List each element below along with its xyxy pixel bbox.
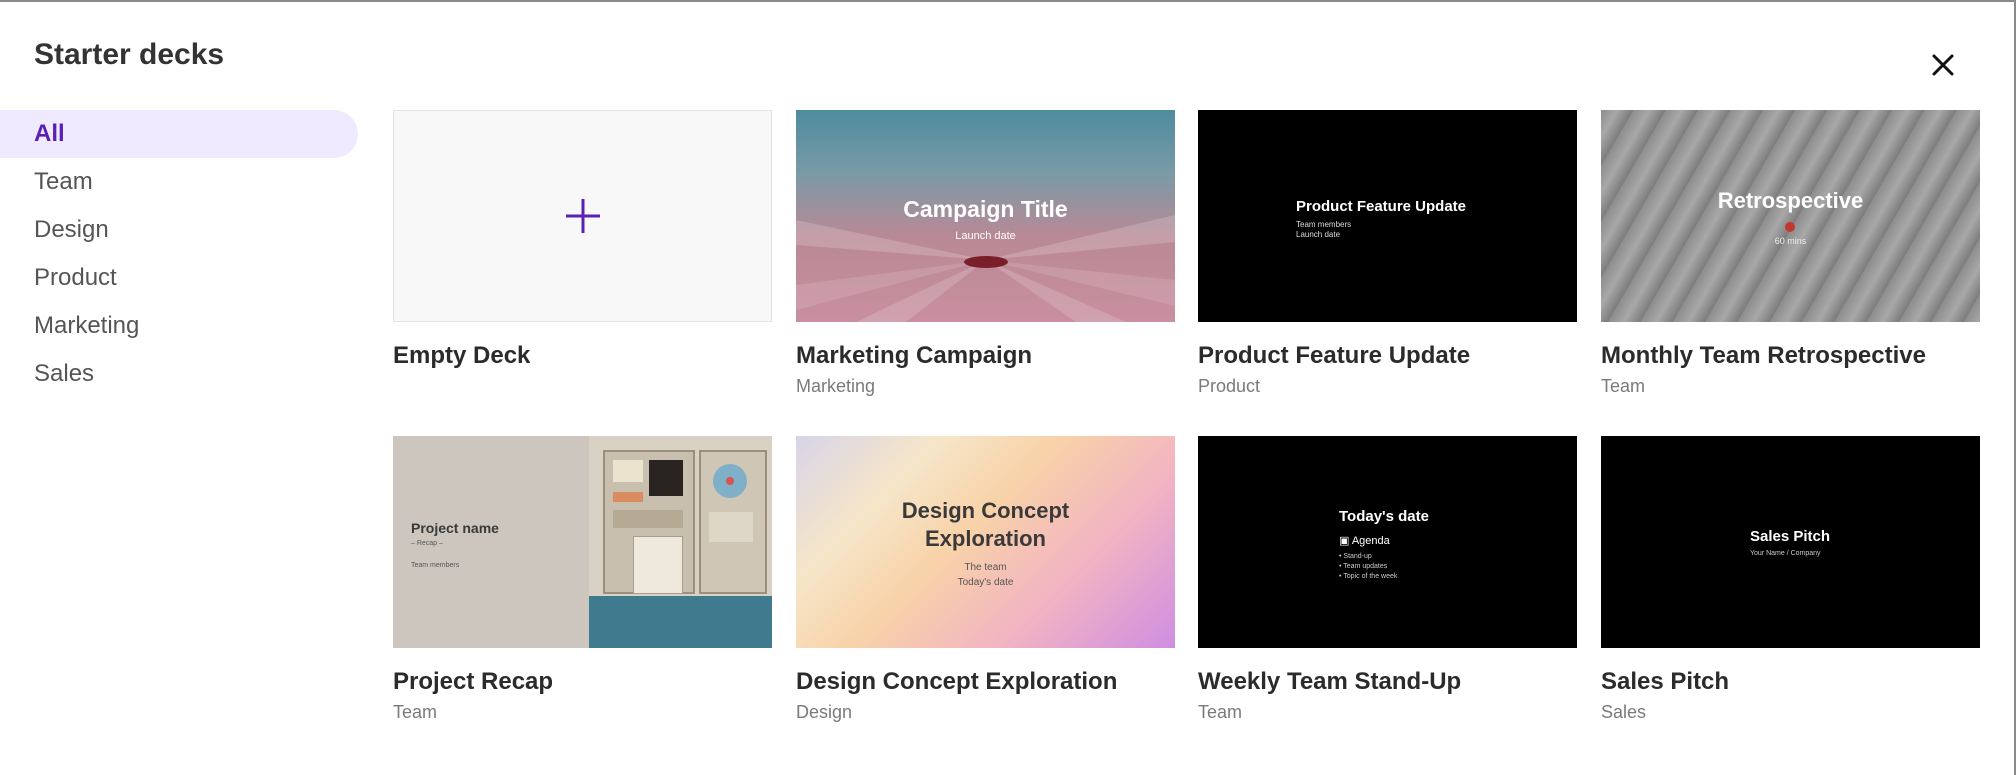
thumb-sub: 60 mins [1774,236,1807,246]
deck-category: Team [1198,702,1243,722]
deck-title: Product Feature Update [1198,342,1471,369]
thumb-line2: Launch date [1296,230,1341,239]
thumb-heading-line2: Exploration [924,526,1046,551]
category-sidebar: All Team Design Product Marketing Sales [0,110,358,398]
thumb-line2: Today's date [957,577,1014,588]
thumb-heading: Today's date [1339,508,1429,525]
deck-thumbnail: Project name – Recap – Team members [393,436,772,648]
deck-thumbnail [393,110,772,322]
deck-thumbnail: Design Concept Exploration The team Toda… [796,436,1175,648]
deck-category: Team [393,702,438,722]
thumb-bullets: • Stand-up • Team updates • Topic of the… [1339,553,1398,580]
sidebar-item-product[interactable]: Product [0,254,358,302]
deck-title: Design Concept Exploration [796,668,1118,695]
thumb-line2: Team members [411,562,460,569]
deck-card-project-recap[interactable]: Project name – Recap – Team members Proj… [393,436,772,723]
thumb-sub: Launch date [955,230,1016,242]
sidebar-item-design[interactable]: Design [0,206,358,254]
thumb-heading: Sales Pitch [1750,528,1831,545]
close-button[interactable] [1928,50,1958,80]
deck-title: Sales Pitch [1601,668,1730,695]
close-icon [1932,54,1954,76]
thumb-heading: Campaign Title [903,196,1068,222]
deck-category: Design [796,702,853,722]
plus-icon [566,199,600,233]
thumb-line1: The team [964,562,1007,573]
deck-thumbnail: Retrospective 60 mins [1601,110,1980,322]
deck-card-marketing-campaign[interactable]: Campaign Title Launch date Marketing Cam… [796,110,1175,397]
thumb-heading: Retrospective [1717,188,1864,213]
deck-category: Sales [1601,702,1647,722]
deck-category: Team [1601,376,1646,396]
deck-category: Marketing [796,376,876,396]
sidebar-item-sales[interactable]: Sales [0,350,358,398]
dialog-title: Starter decks [34,38,225,71]
deck-card-design-concept[interactable]: Design Concept Exploration The team Toda… [796,436,1175,723]
deck-card-empty[interactable]: Empty Deck [393,110,772,370]
thumb-sub: Your Name / Company [1750,550,1821,557]
sidebar-item-team[interactable]: Team [0,158,358,206]
deck-card-monthly-retrospective[interactable]: Retrospective 60 mins Monthly Team Retro… [1601,110,1980,397]
deck-category: Product [1198,376,1261,396]
thumb-line1: Team members [1296,220,1352,229]
deck-card-product-feature-update[interactable]: Product Feature Update Team members Laun… [1198,110,1577,397]
thumb-heading: Product Feature Update [1296,198,1467,215]
deck-title: Empty Deck [393,342,531,369]
sidebar-item-all[interactable]: All [0,110,358,158]
deck-card-weekly-standup[interactable]: Today's date ▣ Agenda • Stand-up • Team … [1198,436,1577,723]
console-illustration [589,436,772,648]
deck-title: Monthly Team Retrospective [1601,342,1926,369]
deck-title: Marketing Campaign [796,342,1033,369]
calendar-icon: ▣ [1339,535,1352,547]
deck-title: Weekly Team Stand-Up [1198,668,1462,695]
deck-card-sales-pitch[interactable]: Sales Pitch Your Name / Company Sales Pi… [1601,436,1980,723]
thumb-agenda: ▣ Agenda [1339,535,1390,547]
deck-thumbnail: Today's date ▣ Agenda • Stand-up • Team … [1198,436,1577,648]
deck-thumbnail: Sales Pitch Your Name / Company [1601,436,1980,648]
sidebar-item-marketing[interactable]: Marketing [0,302,358,350]
thumb-heading: Project name [411,520,499,536]
deck-thumbnail: Product Feature Update Team members Laun… [1198,110,1577,322]
thumb-heading-line1: Design Concept [901,498,1070,523]
deck-title: Project Recap [393,668,554,695]
thumb-line1: – Recap – [411,540,443,547]
clock-icon [1785,222,1795,232]
deck-thumbnail: Campaign Title Launch date [796,110,1175,322]
